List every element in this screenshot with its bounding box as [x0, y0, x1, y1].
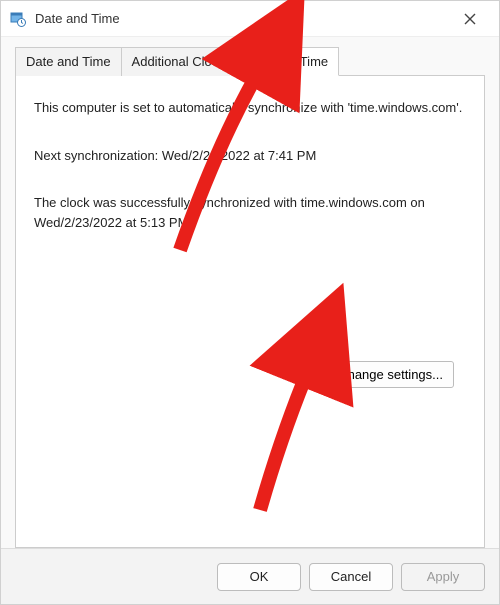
dialog-footer: OK Cancel Apply	[1, 548, 499, 604]
window-title: Date and Time	[35, 11, 449, 26]
apply-button[interactable]: Apply	[401, 563, 485, 591]
shield-icon	[318, 368, 332, 382]
tab-strip: Date and Time Additional Clocks Internet…	[15, 47, 485, 76]
calendar-clock-icon	[9, 10, 27, 28]
last-sync-text: The clock was successfully synchronized …	[34, 193, 466, 232]
close-icon	[464, 13, 476, 25]
tab-date-and-time[interactable]: Date and Time	[15, 47, 122, 76]
dialog-body: Date and Time Additional Clocks Internet…	[1, 37, 499, 548]
close-button[interactable]	[449, 4, 491, 34]
change-settings-label: Change settings...	[338, 367, 443, 382]
cancel-button[interactable]: Cancel	[309, 563, 393, 591]
date-time-dialog: Date and Time Date and Time Additional C…	[0, 0, 500, 605]
next-sync-text: Next synchronization: Wed/2/23/2022 at 7…	[34, 146, 466, 166]
sync-info-text: This computer is set to automatically sy…	[34, 98, 466, 118]
tab-additional-clocks[interactable]: Additional Clocks	[121, 47, 243, 76]
change-settings-button[interactable]: Change settings...	[307, 361, 454, 388]
tab-content-internet-time: This computer is set to automatically sy…	[15, 76, 485, 548]
ok-button[interactable]: OK	[217, 563, 301, 591]
titlebar: Date and Time	[1, 1, 499, 37]
tab-internet-time[interactable]: Internet Time	[241, 47, 339, 76]
